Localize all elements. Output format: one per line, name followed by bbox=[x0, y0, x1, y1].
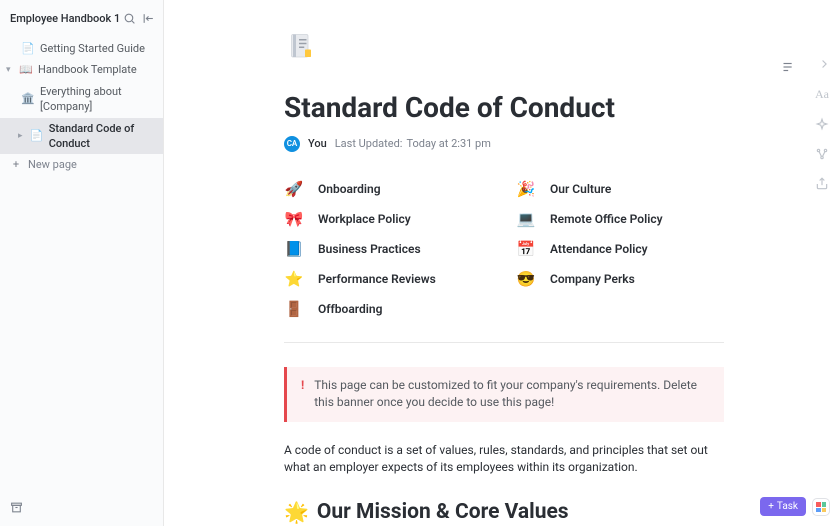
toc-attendance-policy[interactable]: 📅Attendance Policy bbox=[516, 240, 724, 258]
toc-our-culture[interactable]: 🎉Our Culture bbox=[516, 180, 724, 198]
sidebar-nav: 📄 Getting Started Guide ▾ 📖 Handbook Tem… bbox=[0, 36, 163, 178]
sunglasses-icon: 😎 bbox=[516, 270, 536, 288]
banner-text: This page can be customized to fit your … bbox=[314, 377, 710, 412]
culture-icon: 🎉 bbox=[516, 180, 536, 198]
door-icon: 🚪 bbox=[284, 300, 304, 318]
sparkle-tool-button[interactable] bbox=[814, 116, 830, 132]
plus-icon: + bbox=[768, 501, 774, 512]
document-cover-icon[interactable] bbox=[284, 30, 320, 75]
share-button[interactable] bbox=[814, 176, 830, 192]
toc-toggle-button[interactable] bbox=[780, 60, 794, 74]
new-task-button[interactable]: + Task bbox=[760, 497, 806, 516]
doc-icon: 📄 bbox=[22, 41, 34, 56]
laptop-icon: 💻 bbox=[516, 210, 536, 228]
last-updated-value: Today at 2:31 pm bbox=[406, 137, 490, 150]
building-icon: 🏛️ bbox=[22, 91, 34, 106]
apps-button[interactable] bbox=[812, 498, 830, 516]
sidebar: Employee Handbook 1 📄 Getting Started Gu… bbox=[0, 0, 164, 526]
author-label: You bbox=[308, 137, 327, 150]
toc-onboarding[interactable]: 🚀Onboarding bbox=[284, 180, 492, 198]
divider bbox=[284, 342, 724, 343]
new-page-button[interactable]: + New page bbox=[0, 154, 163, 175]
toc-business-practices[interactable]: 📘Business Practices bbox=[284, 240, 492, 258]
workspace-title: Employee Handbook 1 bbox=[10, 12, 120, 25]
document: Standard Code of Conduct CA You Last Upd… bbox=[164, 0, 804, 526]
plus-icon: + bbox=[10, 157, 22, 172]
doc-icon: 📄 bbox=[31, 128, 43, 143]
search-icon[interactable] bbox=[123, 12, 136, 25]
apps-grid-icon bbox=[816, 502, 826, 512]
calendar-icon: 📅 bbox=[516, 240, 536, 258]
document-title[interactable]: Standard Code of Conduct bbox=[284, 93, 724, 124]
sidebar-item-everything-about-company[interactable]: 🏛️ Everything about [Company] bbox=[0, 81, 163, 118]
book-icon: 📘 bbox=[284, 240, 304, 258]
main-content: Standard Code of Conduct CA You Last Upd… bbox=[164, 0, 838, 526]
collapse-sidebar-icon[interactable] bbox=[142, 12, 155, 25]
toc-performance-reviews[interactable]: ⭐Performance Reviews bbox=[284, 270, 492, 288]
text-settings-button[interactable]: Aa bbox=[814, 86, 830, 102]
chevron-right-icon[interactable]: ▸ bbox=[18, 130, 25, 143]
sidebar-item-getting-started[interactable]: 📄 Getting Started Guide bbox=[0, 38, 163, 59]
bow-icon: 🎀 bbox=[284, 210, 304, 228]
sidebar-footer bbox=[0, 495, 163, 526]
sidebar-header: Employee Handbook 1 bbox=[0, 0, 163, 36]
byline: CA You Last Updated: Today at 2:31 pm bbox=[284, 136, 724, 152]
toggle-sidepanel-button[interactable] bbox=[814, 56, 830, 72]
toc-company-perks[interactable]: 😎Company Perks bbox=[516, 270, 724, 288]
relations-button[interactable] bbox=[814, 146, 830, 162]
toc-workplace-policy[interactable]: 🎀Workplace Policy bbox=[284, 210, 492, 228]
heading-mission-core-values[interactable]: 🌟 Our Mission & Core Values bbox=[284, 500, 724, 524]
exclamation-icon: ! bbox=[301, 377, 304, 412]
rocket-icon: 🚀 bbox=[284, 180, 304, 198]
sidebar-item-handbook-template[interactable]: ▾ 📖 Handbook Template bbox=[0, 59, 163, 80]
intro-paragraph[interactable]: A code of conduct is a set of values, ru… bbox=[284, 442, 724, 477]
book-icon: 📖 bbox=[20, 62, 32, 77]
info-banner[interactable]: ! This page can be customized to fit you… bbox=[284, 367, 724, 422]
table-of-contents: 🚀Onboarding 🎉Our Culture 🎀Workplace Poli… bbox=[284, 180, 724, 318]
toc-offboarding[interactable]: 🚪Offboarding bbox=[284, 300, 492, 318]
archive-icon[interactable] bbox=[10, 501, 23, 514]
star-icon: ⭐ bbox=[284, 270, 304, 288]
toc-remote-office-policy[interactable]: 💻Remote Office Policy bbox=[516, 210, 724, 228]
sidebar-item-code-of-conduct[interactable]: ▸ 📄 Standard Code of Conduct bbox=[0, 118, 163, 155]
sparkle-star-icon: 🌟 bbox=[284, 500, 309, 524]
chevron-down-icon[interactable]: ▾ bbox=[6, 64, 14, 77]
last-updated-label: Last Updated: bbox=[335, 137, 403, 150]
right-rail: Aa bbox=[814, 56, 830, 192]
author-avatar[interactable]: CA bbox=[284, 136, 300, 152]
